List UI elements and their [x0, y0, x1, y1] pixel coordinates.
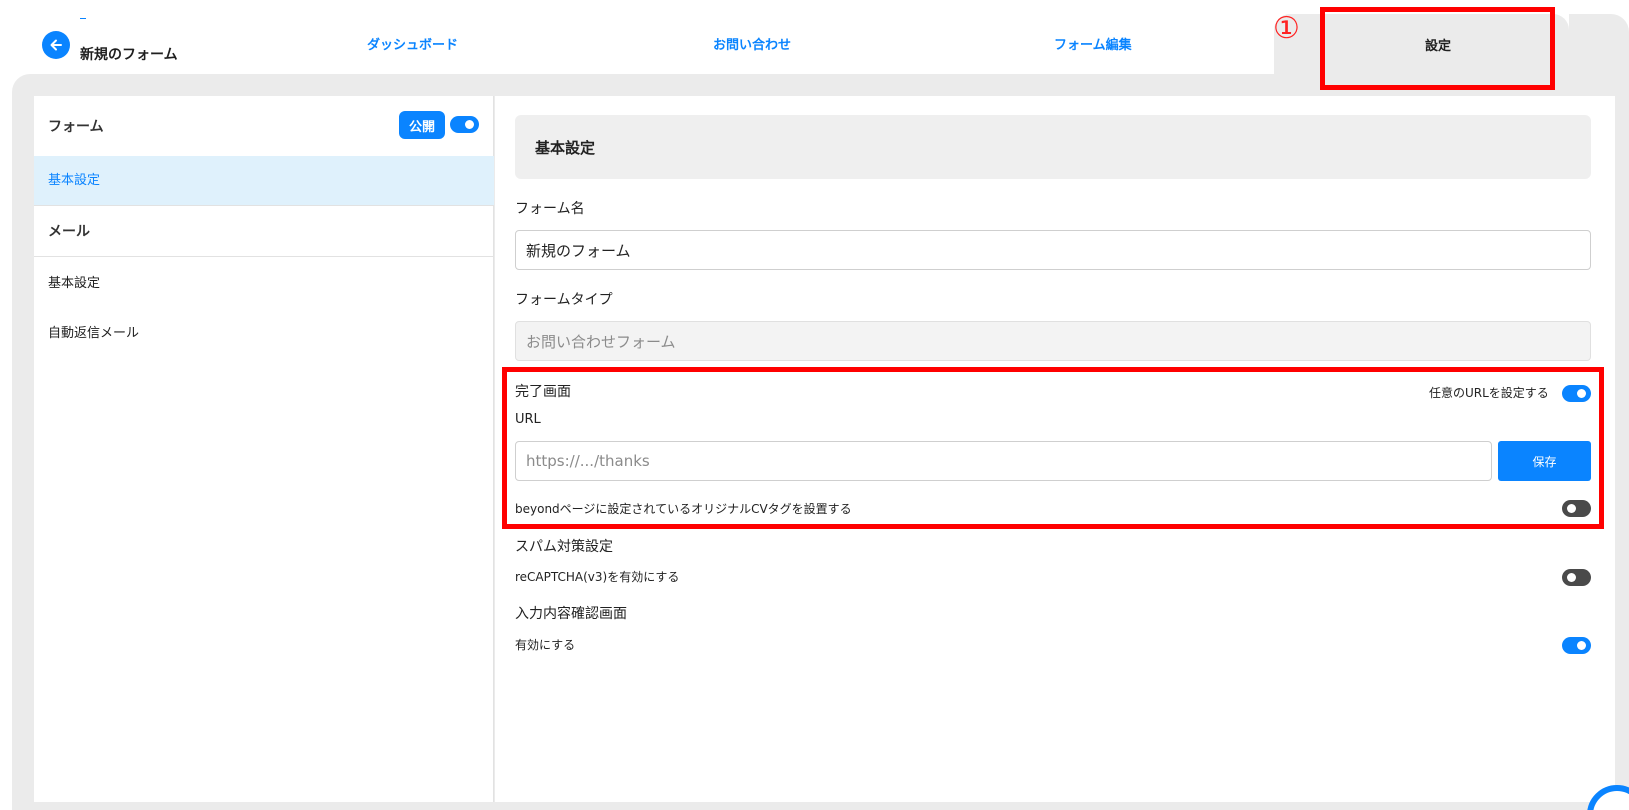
header-divider — [80, 18, 86, 19]
confirm-title: 入力内容確認画面 — [515, 606, 627, 622]
main-content: 基本設定 フォーム名 フォームタイプ 完了画面 任意のURLを設定する URL … — [495, 96, 1615, 802]
form-type-label: フォームタイプ — [515, 292, 613, 308]
form-name-label: フォーム名 — [515, 201, 585, 217]
back-button[interactable] — [42, 31, 70, 59]
recaptcha-label: reCAPTCHA(v3)を有効にする — [515, 570, 680, 584]
tab-dashboard[interactable]: ダッシュボード — [367, 34, 458, 53]
confirm-enable-label: 有効にする — [515, 638, 576, 652]
sidebar-item-auto-reply[interactable]: 自動返信メール — [34, 322, 494, 341]
spam-title: スパム対策設定 — [515, 539, 613, 555]
section-title: 基本設定 — [535, 139, 596, 157]
form-type-input — [515, 321, 1591, 361]
sidebar: フォーム 公開 基本設定 メール 基本設定 自動返信メール — [34, 96, 494, 802]
sidebar-item-basic-settings[interactable]: 基本設定 — [34, 156, 494, 206]
publish-button[interactable]: 公開 — [399, 111, 445, 139]
sidebar-item-mail-basic-settings[interactable]: 基本設定 — [34, 272, 494, 291]
arrow-left-icon — [50, 39, 62, 51]
publish-toggle[interactable] — [450, 116, 479, 133]
sidebar-form-label: フォーム — [48, 119, 104, 135]
form-title: 新規のフォーム — [80, 47, 178, 63]
annotation-box-settings-tab — [1320, 7, 1555, 90]
sidebar-item-mail: メール — [34, 207, 494, 257]
tab-form-edit[interactable]: フォーム編集 — [1054, 34, 1132, 53]
page: 新規のフォーム ダッシュボード お問い合わせ フォーム編集 設定 ① フォーム … — [0, 0, 1629, 810]
annotation-box-completion — [502, 367, 1604, 529]
form-name-input[interactable] — [515, 230, 1591, 270]
recaptcha-toggle[interactable] — [1562, 569, 1591, 586]
section-header: 基本設定 — [515, 115, 1591, 179]
tab-inquiries[interactable]: お問い合わせ — [713, 34, 791, 53]
annotation-number: ① — [1273, 11, 1300, 46]
confirm-enable-toggle[interactable] — [1562, 637, 1591, 654]
